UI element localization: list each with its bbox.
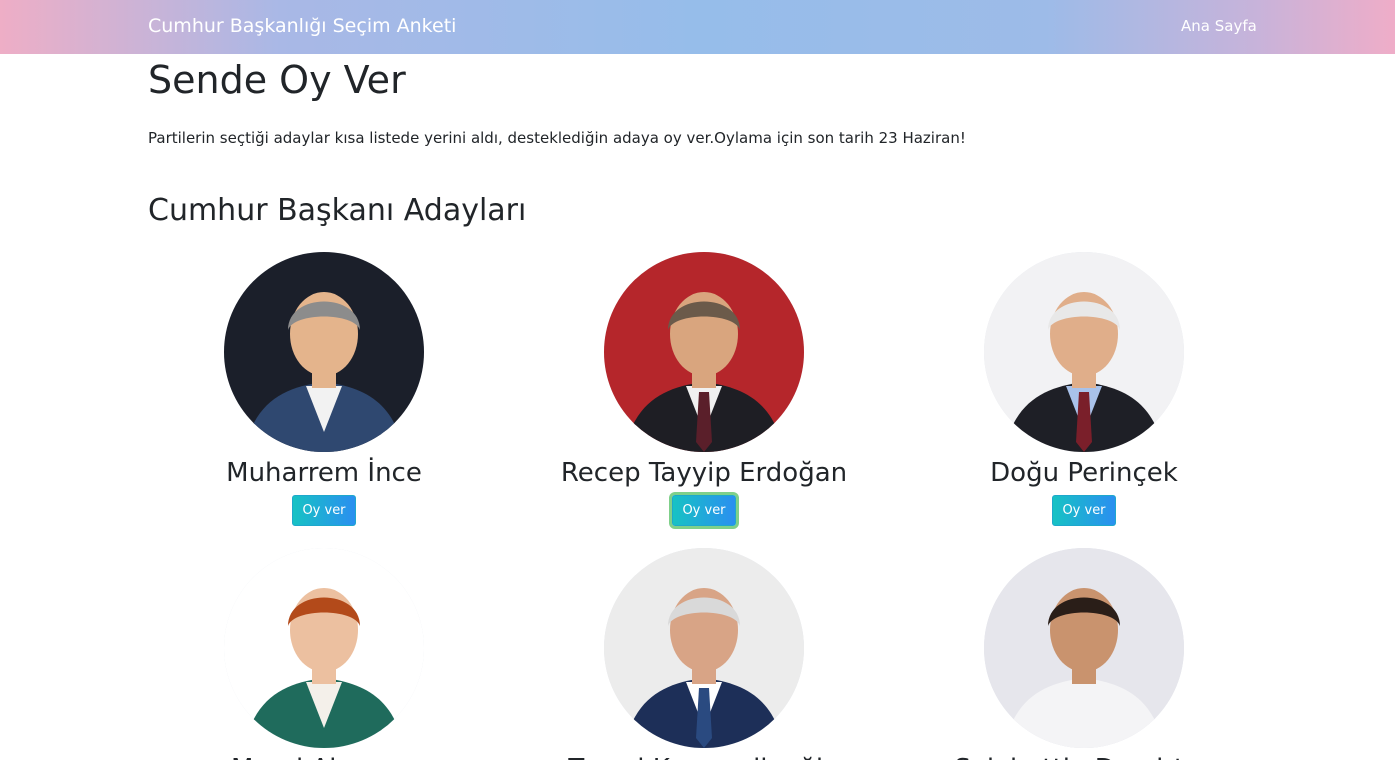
vote-button[interactable]: Oy ver — [292, 495, 356, 526]
candidate-name: Selahattin Demirtaş — [894, 752, 1274, 760]
candidate-card: Meral Akşener — [134, 548, 514, 760]
vote-button[interactable]: Oy ver — [672, 495, 736, 526]
candidate-photo — [604, 252, 804, 452]
candidate-card: Recep Tayyip Erdoğan Oy ver — [514, 252, 894, 526]
candidate-card: Doğu Perinçek Oy ver — [894, 252, 1274, 526]
candidate-name: Muharrem İnce — [226, 458, 422, 488]
candidate-photo — [604, 548, 804, 748]
candidate-photo — [984, 252, 1184, 452]
candidate-name: Doğu Perinçek — [990, 458, 1178, 488]
portrait-image — [604, 548, 804, 748]
candidate-photo — [984, 548, 1184, 748]
intro-text: Partilerin seçtiği adaylar kısa listede … — [148, 129, 966, 147]
candidate-name: Recep Tayyip Erdoğan — [560, 458, 848, 488]
candidate-card: Muharrem İnce Oy ver — [134, 252, 514, 526]
portrait-image — [224, 548, 424, 748]
navbar: Cumhur Başkanlığı Seçim Anketi Ana Sayfa — [0, 0, 1395, 54]
page-title: Sende Oy Ver — [148, 58, 406, 102]
section-title: Cumhur Başkanı Adayları — [148, 193, 527, 228]
portrait-image — [224, 252, 424, 452]
candidate-name: Meral Akşener — [134, 752, 514, 760]
portrait-image — [984, 252, 1184, 452]
portrait-image — [984, 548, 1184, 748]
candidate-photo — [224, 548, 424, 748]
candidate-name: Temel Karamollaoğlu — [514, 752, 894, 760]
candidate-card: Selahattin Demirtaş — [894, 548, 1274, 760]
brand-link[interactable]: Cumhur Başkanlığı Seçim Anketi — [148, 15, 456, 37]
candidate-photo — [224, 252, 424, 452]
candidate-card: Temel Karamollaoğlu — [514, 548, 894, 760]
vote-button[interactable]: Oy ver — [1052, 495, 1116, 526]
nav-home-link[interactable]: Ana Sayfa — [1181, 17, 1257, 35]
portrait-image — [604, 252, 804, 452]
